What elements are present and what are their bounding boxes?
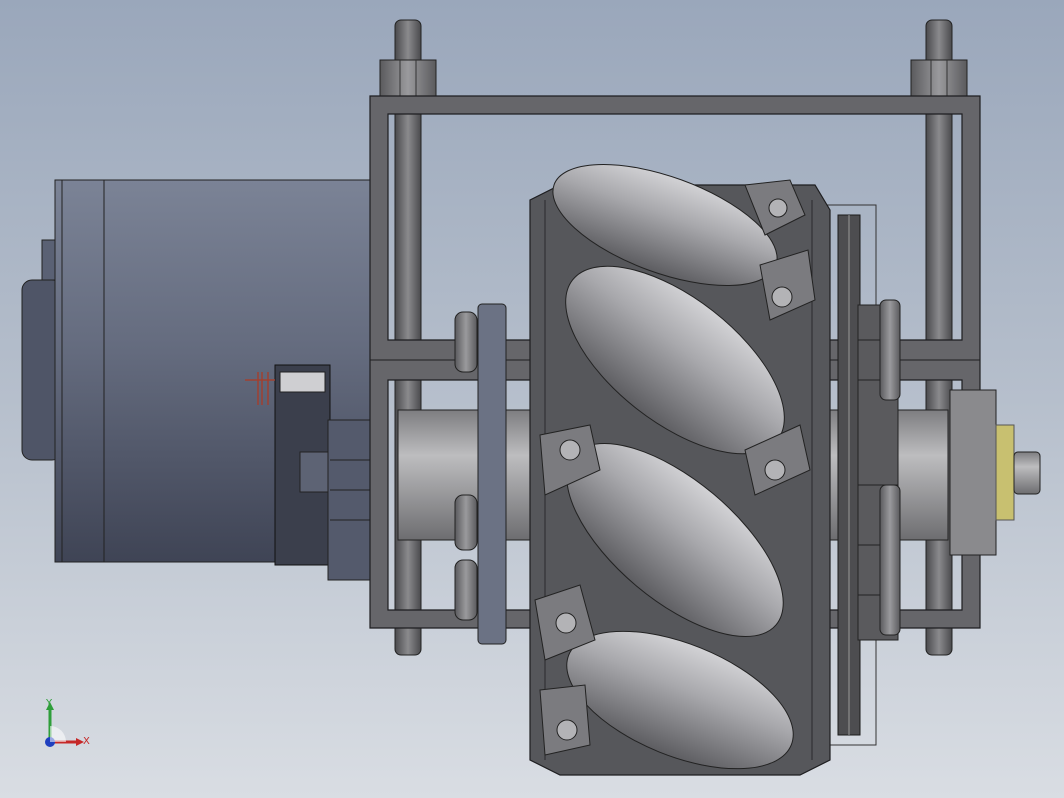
orientation-triad[interactable]: Y X xyxy=(36,696,106,766)
motor[interactable] xyxy=(21,179,379,581)
mecanum-wheel-assembly-model[interactable] xyxy=(0,0,1064,798)
y-axis-label: Y xyxy=(46,698,53,709)
x-axis-label: X xyxy=(83,736,90,747)
mecanum-wheel[interactable] xyxy=(529,140,831,797)
cad-viewport[interactable]: Y X xyxy=(0,0,1064,798)
